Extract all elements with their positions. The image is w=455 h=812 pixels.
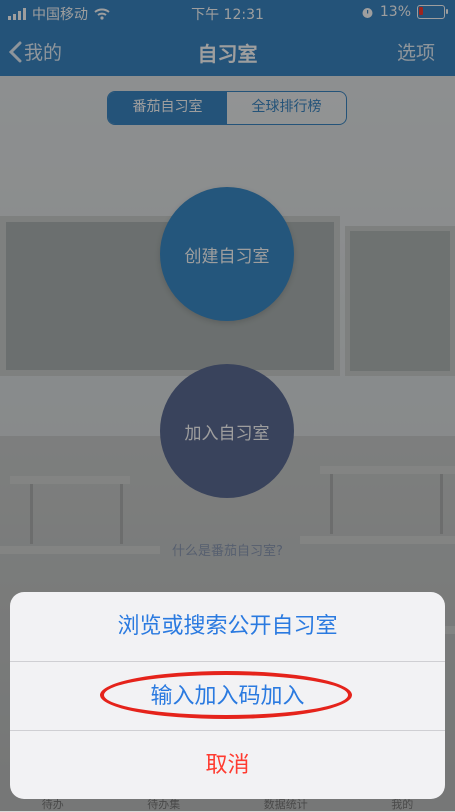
highlight-ring xyxy=(100,671,352,719)
browse-public-rooms-button[interactable]: 浏览或搜索公开自习室 xyxy=(10,592,445,661)
cancel-button[interactable]: 取消 xyxy=(10,730,445,799)
